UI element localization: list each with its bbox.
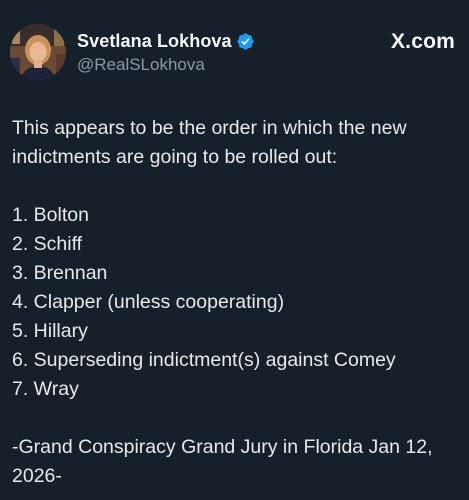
list-item: 2. Schiff [12,233,83,255]
list-item: 7. Wray [12,378,79,400]
list-item: 3. Brennan [12,262,108,284]
author-display-name[interactable]: Svetlana Lokhova [77,31,232,52]
footer-line: -Grand Conspiracy Grand Jury in Florida … [12,436,433,458]
avatar-photo-icon [10,24,66,80]
author-handle[interactable]: @RealSLokhova [77,55,255,75]
author-identity: Svetlana Lokhova @RealSLokhova [77,29,255,75]
tweet-card: Svetlana Lokhova @RealSLokhova X.com Thi… [0,0,469,500]
list-item: 6. Superseding indictment(s) against Com… [12,349,396,371]
tweet-header: Svetlana Lokhova @RealSLokhova [10,24,255,80]
intro-line: indictments are going to be rolled out: [12,146,338,168]
list-item: 4. Clapper (unless cooperating) [12,291,285,313]
verified-check-icon [236,32,255,51]
footer-line: 2026- [12,465,62,487]
x-brand-logo[interactable]: X.com [391,30,455,54]
intro-line: This appears to be the order in which th… [12,117,407,139]
name-row: Svetlana Lokhova [77,29,255,53]
tweet-text: This appears to be the order in which th… [12,114,462,491]
list-item: 5. Hillary [12,320,88,342]
avatar[interactable] [10,24,66,80]
list-item: 1. Bolton [12,204,89,226]
